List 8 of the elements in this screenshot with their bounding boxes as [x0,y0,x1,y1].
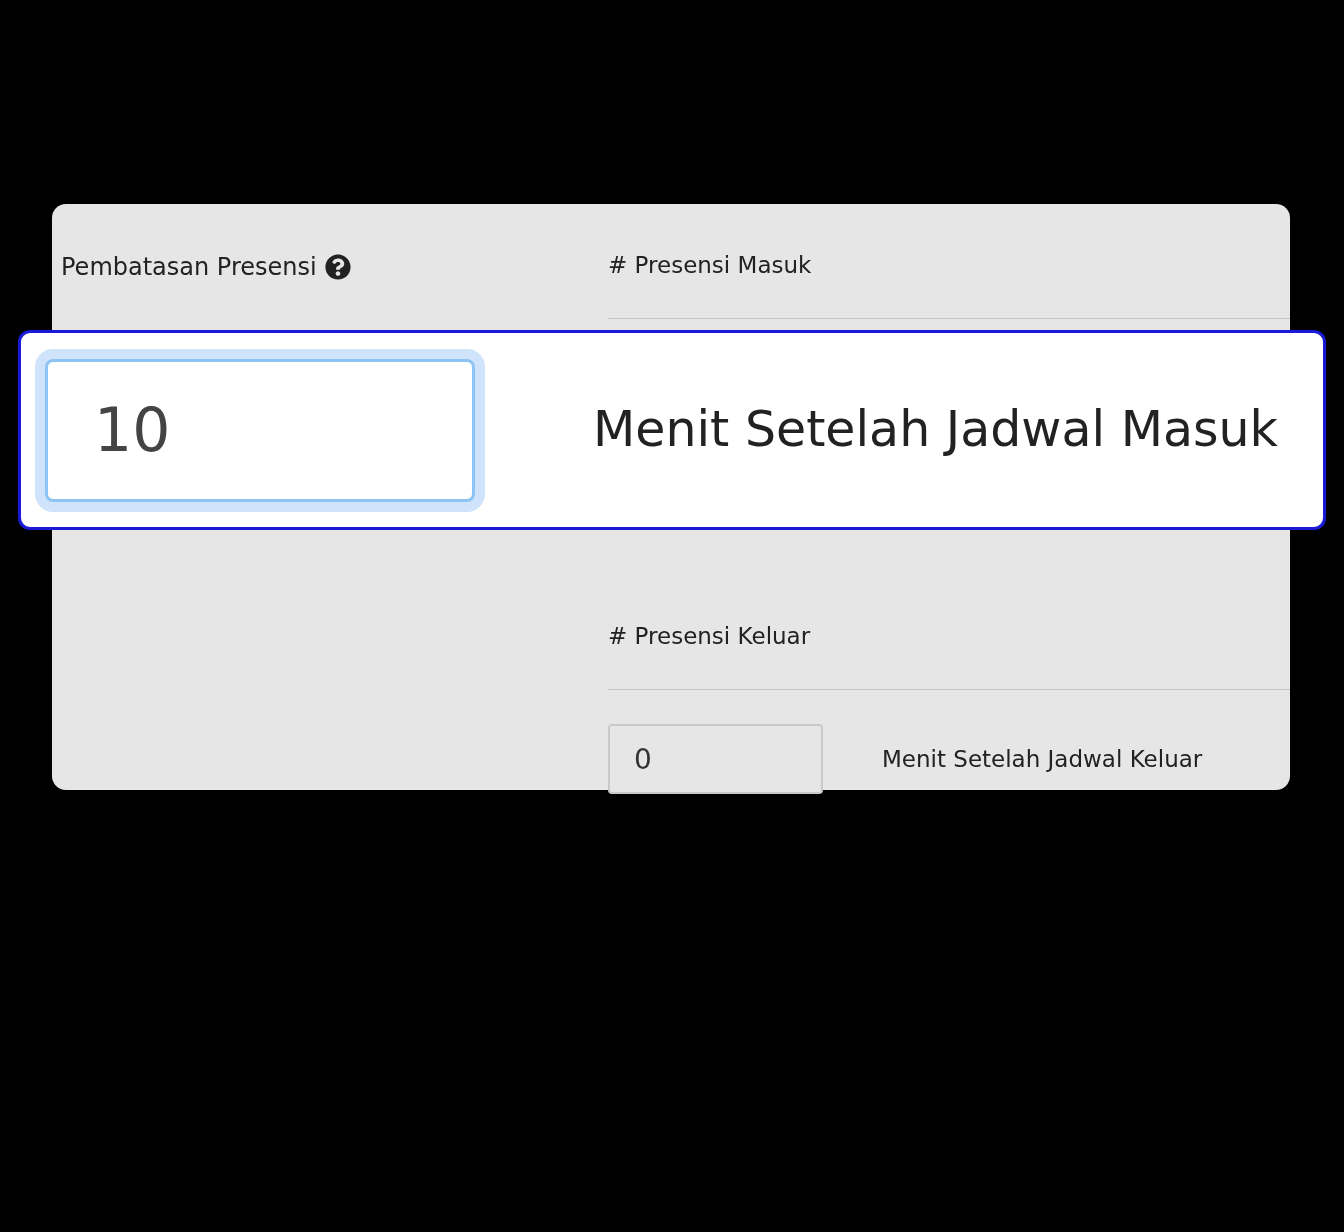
minutes-label: Menit Setelah Jadwal Keluar [882,744,1203,774]
section-heading: # Presensi Masuk [608,252,812,278]
minutes-input[interactable]: 10 [45,358,475,502]
minutes-input[interactable]: 0 [608,724,823,794]
section-heading: # Presensi Keluar [608,623,811,649]
minutes-label: Menit Setelah Jadwal Masuk [593,400,1278,461]
field-label: Pembatasan Presensi [61,252,317,282]
help-icon[interactable] [324,254,351,280]
